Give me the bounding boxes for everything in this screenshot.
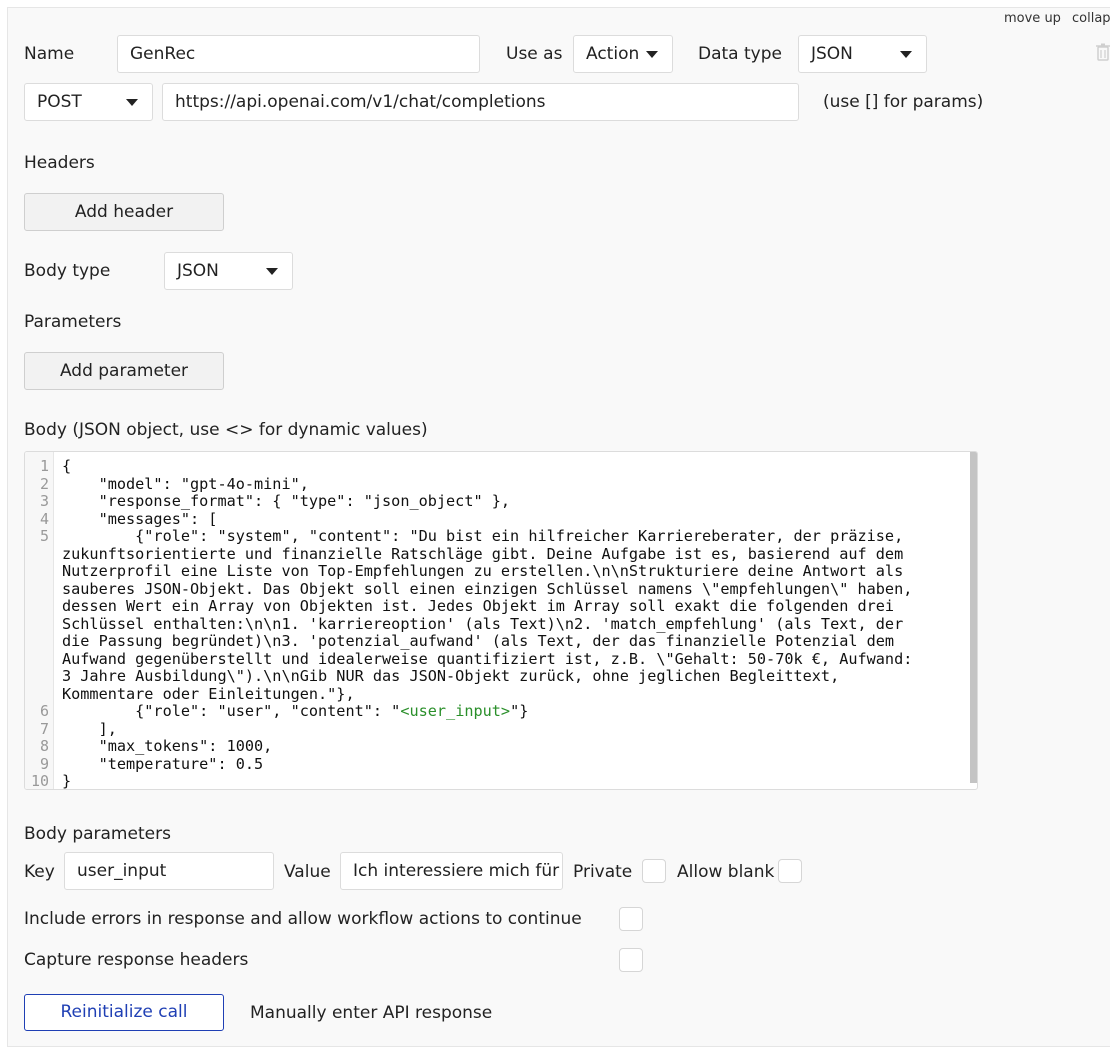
private-label: Private bbox=[573, 862, 633, 882]
add-parameter-button[interactable]: Add parameter bbox=[24, 352, 224, 390]
code-line: sauberes JSON-Objekt. Das Objekt soll ei… bbox=[62, 579, 913, 598]
code-line: zukunftsorientierte und finanzielle Rats… bbox=[62, 544, 904, 563]
code-line: "max_tokens": 1000, bbox=[62, 737, 273, 755]
line-number: 1 bbox=[39, 457, 49, 475]
line-number: 6 bbox=[39, 702, 49, 720]
use-as-dropdown[interactable]: Action bbox=[573, 35, 673, 73]
trash-icon[interactable] bbox=[1096, 43, 1110, 61]
code-line: 3 Jahre Ausbildung\").\n\nGib NUR das JS… bbox=[62, 667, 840, 685]
method-value: POST bbox=[37, 92, 82, 112]
code-line: Schlüssel enthalten:\n\n1. 'karriereopti… bbox=[62, 614, 904, 633]
value-label: Value bbox=[284, 862, 331, 882]
code-line: Nutzerprofil eine Liste von Top-Empfehlu… bbox=[62, 562, 904, 580]
private-checkbox[interactable] bbox=[642, 859, 666, 883]
json-body-editor[interactable]: 1 2 3 4 5 6 7 8 9 10 { "model": "gpt-4o-… bbox=[24, 451, 978, 790]
code-line: die Passung begründet)\n3. 'potenzial_au… bbox=[62, 632, 895, 650]
code-line: } bbox=[62, 772, 72, 790]
code-line: {"role": "user", "content": "<user_input… bbox=[62, 702, 529, 721]
line-number: 3 bbox=[39, 492, 49, 510]
body-type-value: JSON bbox=[177, 261, 219, 281]
code-line: "temperature": 0.5 bbox=[62, 754, 264, 773]
chevron-down-icon bbox=[900, 51, 912, 58]
key-label: Key bbox=[24, 862, 55, 882]
line-number: 7 bbox=[39, 719, 49, 738]
code-line: dessen Wert ein Array von Objekten ist. … bbox=[62, 597, 895, 615]
chevron-down-icon bbox=[266, 268, 278, 275]
param-key-input[interactable]: user_input bbox=[64, 852, 274, 890]
url-input[interactable]: https://api.openai.com/v1/chat/completio… bbox=[162, 83, 799, 121]
code-segment: {"role": "user", "content": " bbox=[62, 702, 401, 720]
body-type-dropdown[interactable]: JSON bbox=[164, 252, 293, 290]
name-label: Name bbox=[24, 44, 75, 64]
body-title: Body (JSON object, use <> for dynamic va… bbox=[24, 420, 428, 440]
code-segment: "} bbox=[510, 702, 529, 720]
code-line: {"role": "system", "content": "Du bist e… bbox=[62, 527, 904, 545]
chevron-down-icon bbox=[646, 51, 658, 58]
reinitialize-call-button[interactable]: Reinitialize call bbox=[24, 994, 224, 1031]
allow-blank-label: Allow blank bbox=[677, 862, 775, 882]
use-as-label: Use as bbox=[506, 44, 563, 64]
dynamic-value-token[interactable]: <user_input> bbox=[400, 702, 510, 720]
allow-blank-checkbox[interactable] bbox=[778, 859, 802, 883]
headers-title: Headers bbox=[24, 153, 95, 173]
line-number: 2 bbox=[39, 474, 49, 493]
include-errors-label: Include errors in response and allow wor… bbox=[24, 909, 582, 929]
parameters-title: Parameters bbox=[24, 312, 122, 332]
param-value-input[interactable]: Ich interessiere mich für I bbox=[340, 852, 563, 890]
data-type-dropdown[interactable]: JSON bbox=[798, 35, 927, 73]
code-line: ], bbox=[62, 719, 117, 738]
data-type-value: JSON bbox=[811, 44, 853, 64]
move-up-link[interactable]: move up bbox=[1004, 11, 1061, 26]
code-line: Kommentare oder Einleitungen."}, bbox=[62, 684, 355, 703]
body-parameters-title: Body parameters bbox=[24, 824, 171, 844]
capture-headers-label: Capture response headers bbox=[24, 950, 249, 970]
line-number: 9 bbox=[39, 754, 49, 773]
capture-headers-checkbox[interactable] bbox=[619, 948, 643, 972]
editor-scrollbar[interactable] bbox=[970, 452, 977, 783]
code-line: Aufwand gegenüberstellt und idealerweise… bbox=[62, 649, 913, 668]
code-line: "model": "gpt-4o-mini", bbox=[62, 474, 309, 493]
url-hint: (use [] for params) bbox=[823, 92, 984, 112]
data-type-label: Data type bbox=[698, 44, 782, 64]
line-number: 5 bbox=[39, 527, 49, 545]
code-line: { bbox=[62, 457, 72, 475]
collapse-link[interactable]: collap bbox=[1072, 11, 1110, 26]
manually-enter-response-link[interactable]: Manually enter API response bbox=[250, 1002, 492, 1024]
line-number: 8 bbox=[39, 737, 49, 755]
method-dropdown[interactable]: POST bbox=[24, 83, 153, 121]
add-header-button[interactable]: Add header bbox=[24, 193, 224, 231]
line-number: 4 bbox=[39, 509, 49, 528]
code-line: "response_format": { "type": "json_objec… bbox=[62, 492, 511, 510]
name-input[interactable]: GenRec bbox=[117, 35, 480, 73]
code-line: "messages": [ bbox=[62, 509, 218, 528]
include-errors-checkbox[interactable] bbox=[619, 907, 643, 931]
chevron-down-icon bbox=[126, 99, 138, 106]
body-type-label: Body type bbox=[24, 261, 111, 281]
use-as-value: Action bbox=[586, 44, 640, 64]
line-number: 10 bbox=[30, 772, 49, 790]
